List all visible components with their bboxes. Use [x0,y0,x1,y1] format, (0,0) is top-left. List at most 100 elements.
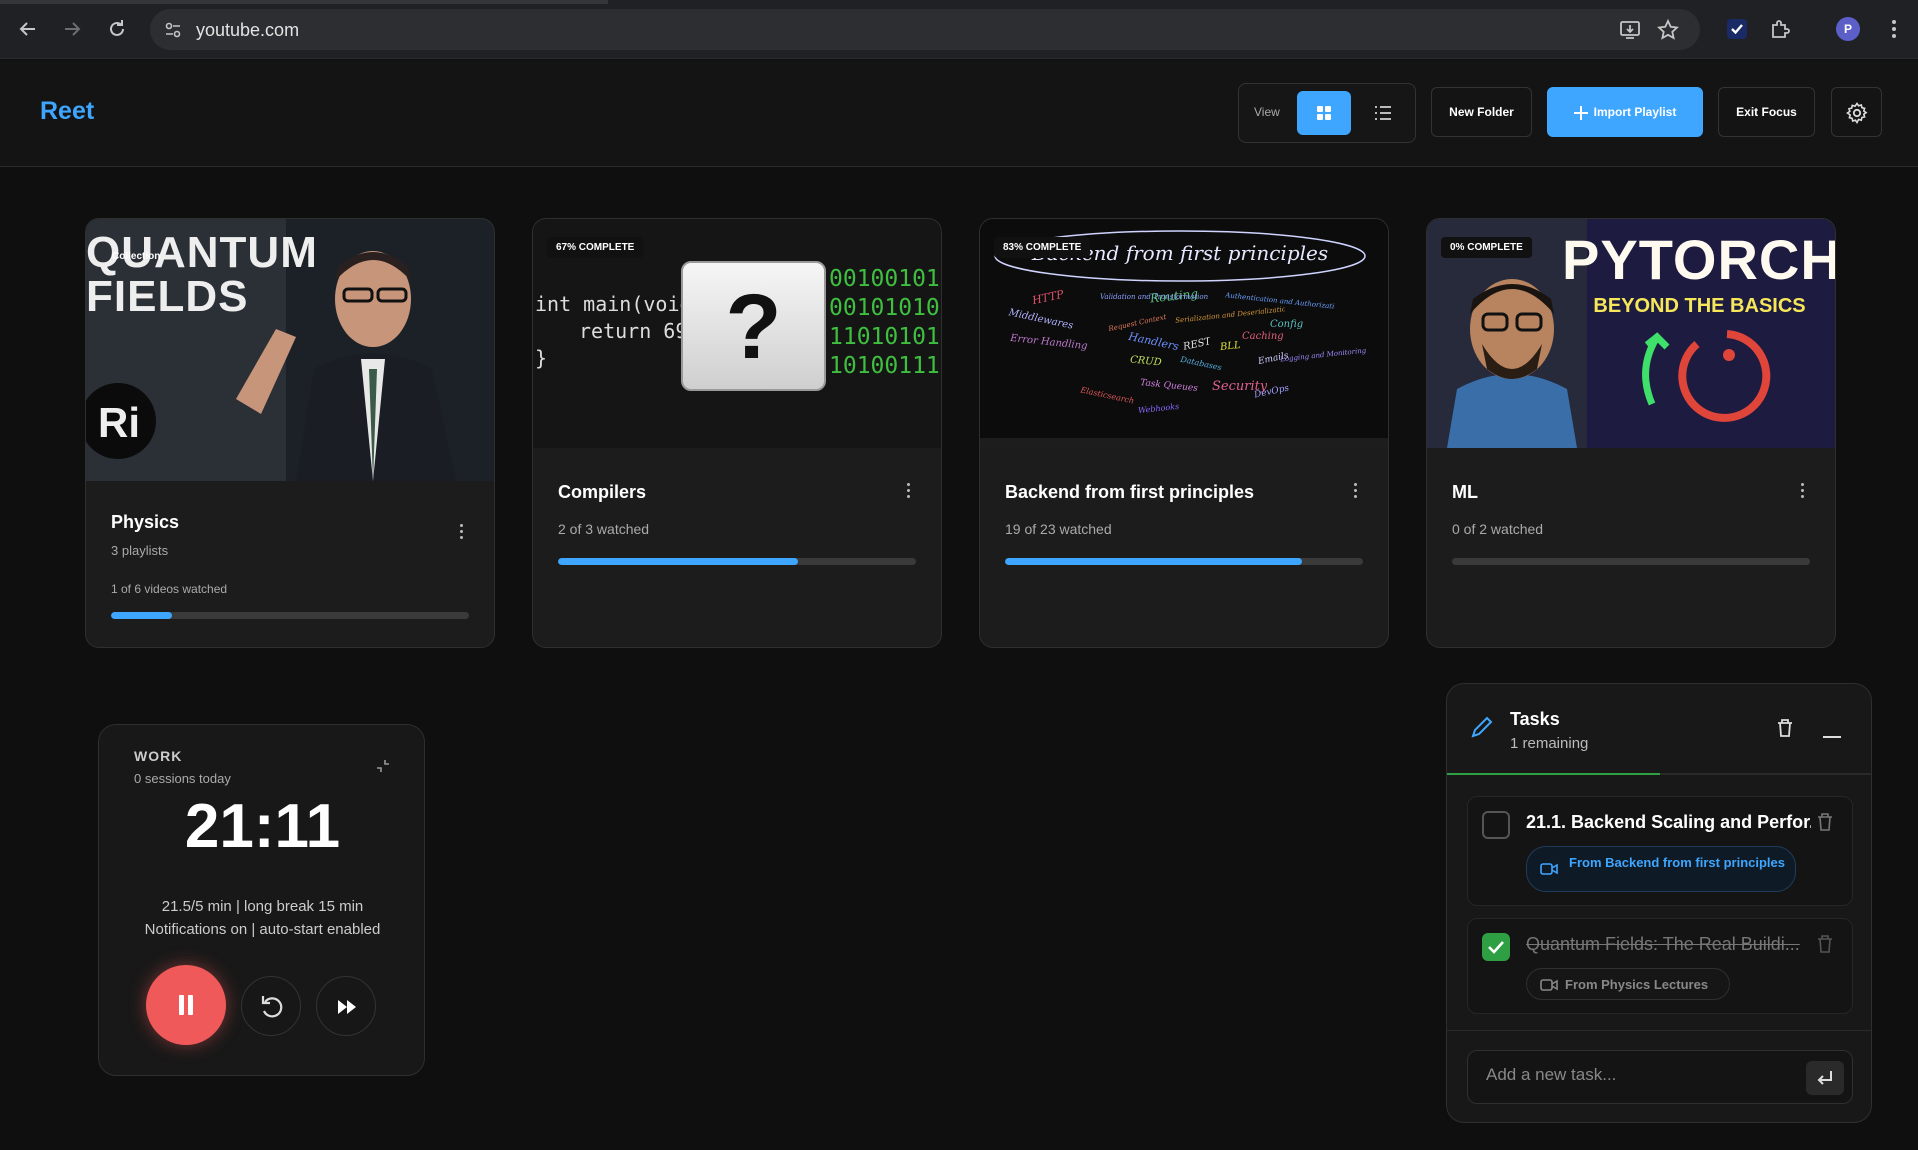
tasks-panel: Tasks 1 remaining 21.1. Backend Scaling … [1446,683,1872,1123]
timer-options-summary: Notifications on | auto-start enabled [144,921,381,938]
card-title[interactable]: Compilers [558,482,646,503]
video-icon [1540,979,1558,991]
app-logo[interactable]: Reet [40,97,94,126]
reset-icon [261,996,283,1018]
task-title[interactable]: Quantum Fields: The Real Buildi... [1526,934,1811,955]
progress-fill [558,558,798,565]
collapse-tasks-icon[interactable] [1823,726,1841,738]
sessions-count: 0 sessions today [134,771,231,786]
gear-icon [1846,102,1868,125]
task-checkbox[interactable] [1482,933,1510,961]
browser-menu-icon[interactable] [1882,17,1906,41]
minimize-timer-icon[interactable] [374,757,392,775]
playlist-card-compilers[interactable]: int main(void) return 69; } 0010010100 0… [532,218,942,648]
delete-task-icon[interactable] [1816,812,1834,832]
card-thumbnail[interactable]: PYTORCH BEYOND THE BASICS 0% COMPLETE [1427,219,1835,448]
bookmark-star-icon[interactable] [1656,18,1680,41]
thumb-title: PYTORCH [1562,228,1835,291]
add-task-button[interactable] [1806,1061,1844,1095]
thumb-binary: 0010010100 0010101010 1101010111 1010011… [829,265,941,381]
thumb-code-line: return 69; [579,319,700,343]
browser-toolbar: youtube.com P [0,0,1918,59]
url-text[interactable]: youtube.com [196,20,299,41]
card-progress-bar [558,558,916,565]
thumb-subtitle: BEYOND THE BASICS [1593,295,1806,317]
binary-line: 1010011100 [829,353,941,379]
forward-icon[interactable] [60,17,84,41]
card-progress-bar [111,612,469,619]
reload-icon[interactable] [105,17,129,41]
progress-fill [1005,558,1303,565]
card-subtitle: 19 of 23 watched [1005,521,1112,537]
task-checkbox[interactable] [1482,811,1510,839]
card-title[interactable]: ML [1452,482,1478,503]
task-item[interactable]: 21.1. Backend Scaling and Perfor... From… [1467,796,1853,906]
new-task-input[interactable] [1486,1065,1786,1085]
exit-focus-button[interactable]: Exit Focus [1718,87,1815,137]
skip-button[interactable] [316,976,376,1036]
card-menu-icon[interactable] [1352,483,1358,501]
card-thumbnail[interactable]: int main(void) return 69; } 0010010100 0… [533,219,941,448]
install-app-icon[interactable] [1619,19,1641,41]
task-source-link[interactable]: From Physics Lectures [1526,968,1730,1000]
card-progress-bar [1452,558,1810,565]
import-playlist-button[interactable]: Import Playlist [1547,87,1703,137]
thumb-word: Caching [1242,331,1284,342]
new-folder-button[interactable]: New Folder [1431,87,1532,137]
profile-avatar[interactable]: P [1836,17,1860,41]
task-source-text: From Physics Lectures [1565,977,1709,992]
task-title[interactable]: 21.1. Backend Scaling and Perfor... [1526,812,1811,833]
card-menu-icon[interactable] [905,483,911,501]
list-view-button[interactable] [1356,91,1410,135]
card-menu-icon[interactable] [1799,483,1805,501]
focus-timer-widget: WORK 0 sessions today 21:11 21.5/5 min |… [98,724,425,1076]
thumb-code-line: } [535,346,548,370]
grid-icon [1317,106,1331,120]
card-title[interactable]: Backend from first principles [1005,482,1254,503]
question-mark-icon: ? [681,261,826,391]
address-bar[interactable]: youtube.com [150,9,1700,50]
completion-badge: 83% COMPLETE [994,237,1091,258]
site-info-icon[interactable] [164,21,182,39]
thumb-word: Validation and Transformation [1100,293,1209,301]
plus-icon [1574,106,1588,120]
card-menu-icon[interactable] [458,524,464,542]
checkmark-icon [1488,941,1504,954]
view-label: View [1254,105,1280,119]
thumb-code-line: int main(void) [535,292,704,316]
task-source-link[interactable]: From Backend from first principles [1526,846,1796,892]
card-subtitle: 2 of 3 watched [558,521,650,537]
import-playlist-label: Import Playlist [1593,105,1677,119]
delete-task-icon[interactable] [1816,934,1834,954]
card-title[interactable]: Physics [111,512,179,533]
new-task-field[interactable] [1467,1050,1853,1104]
back-icon[interactable] [16,17,40,41]
thumb-word: BLL [1219,339,1242,354]
fast-forward-icon [338,1000,356,1014]
extension-check-icon[interactable] [1725,17,1749,41]
task-source-text: From Backend from first principles [1569,855,1785,870]
grid-view-button[interactable] [1297,91,1351,135]
binary-line: 1101010111 [829,324,941,350]
extensions-puzzle-icon[interactable] [1769,17,1793,41]
tasks-title: Tasks [1510,709,1560,729]
thumb-title-text: QUANTUM FIELDS [86,228,318,321]
timer-mode: WORK [134,748,183,764]
playlist-card-ml[interactable]: PYTORCH BEYOND THE BASICS 0% COMPLETE ML… [1426,218,1836,648]
reset-button[interactable] [241,976,301,1036]
clear-tasks-trash-icon[interactable] [1776,718,1794,738]
playlist-card-backend[interactable]: Backend from first principles HTTP Routin… [979,218,1389,648]
pencil-icon [1469,714,1495,740]
card-thumbnail[interactable]: Backend from first principles HTTP Routin… [980,219,1388,448]
playlist-card-physics[interactable]: QUANTUM FIELDS Ri Collection Physics 3 p… [85,218,495,648]
view-toggle: View [1238,83,1416,143]
pause-button[interactable] [146,965,226,1045]
card-thumbnail[interactable]: QUANTUM FIELDS Ri Collection [86,219,494,481]
binary-line: 0010010100 [829,266,941,292]
collection-badge: Collection [112,251,161,262]
tasks-footer-divider [1447,1030,1871,1031]
timer-clock: 21:11 [184,792,341,861]
settings-button[interactable] [1831,87,1882,137]
card-progress-bar [1005,558,1363,565]
task-item[interactable]: Quantum Fields: The Real Buildi... From … [1467,918,1853,1014]
